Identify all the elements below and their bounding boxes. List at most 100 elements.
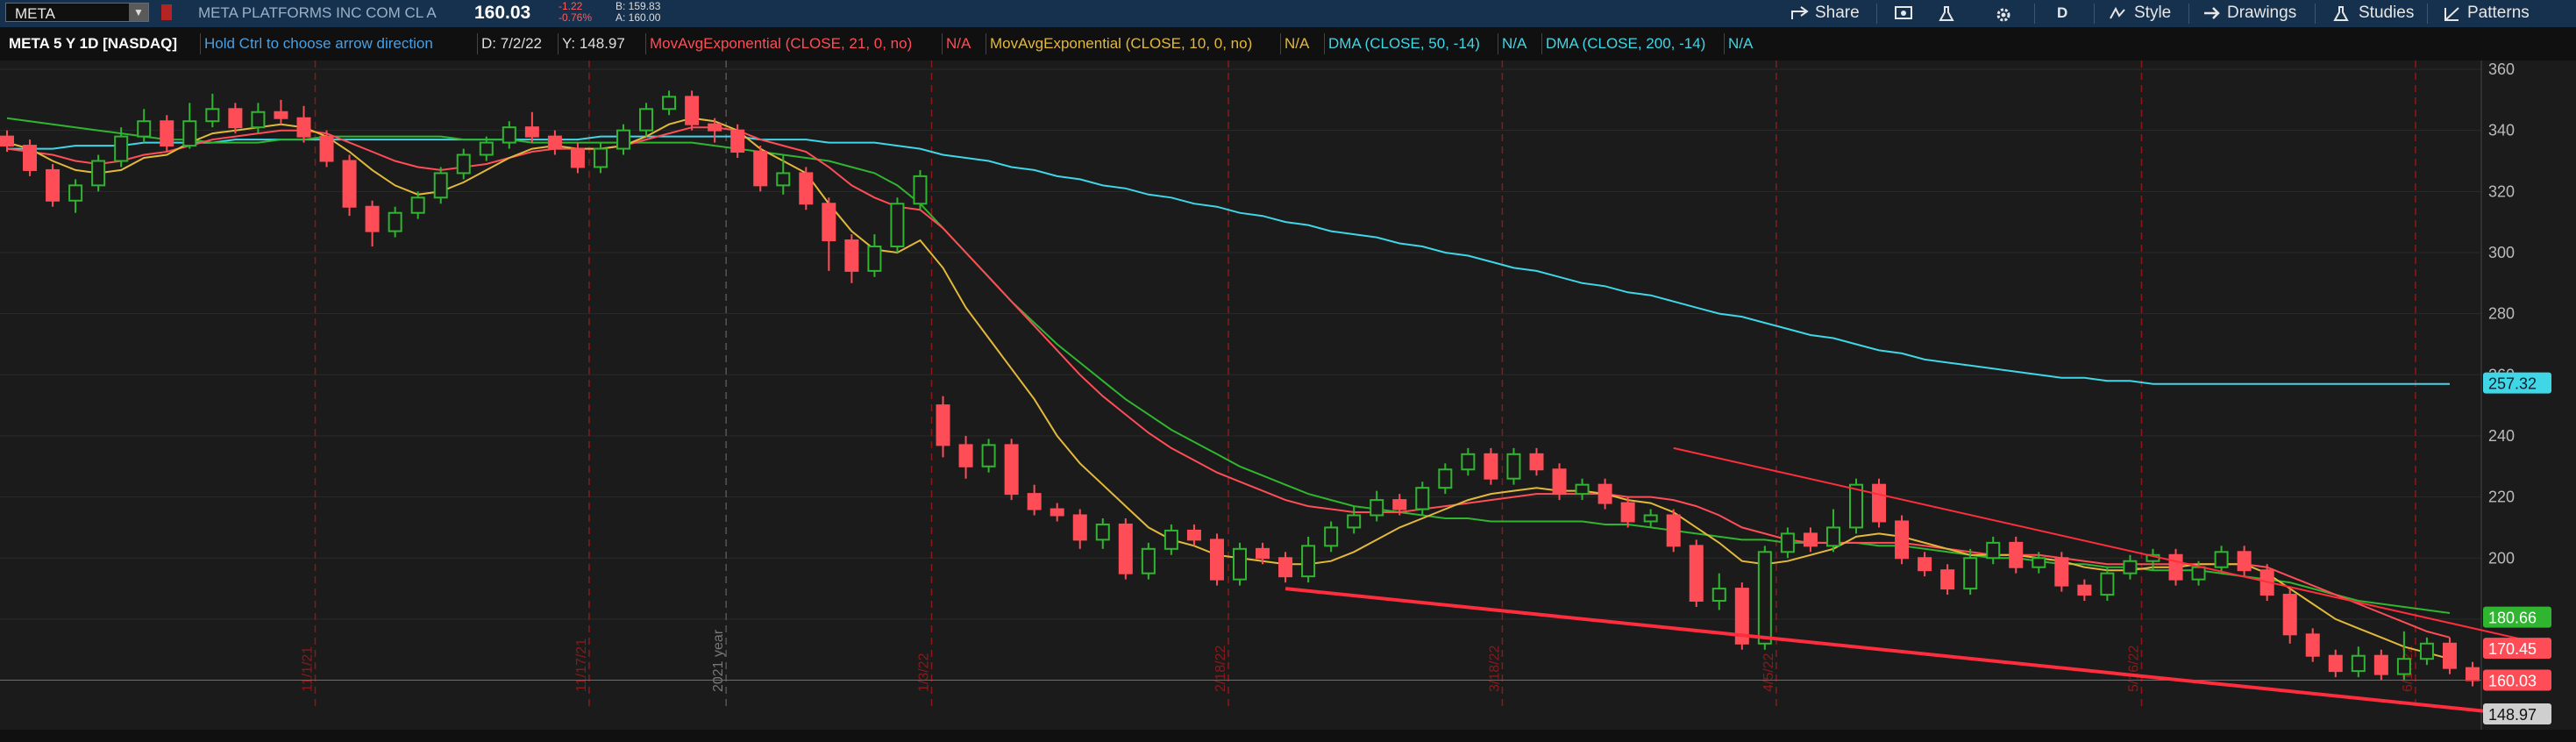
candle-body — [1004, 444, 1019, 496]
candle-body — [1643, 514, 1658, 523]
studies-button[interactable]: Studies — [2332, 0, 2429, 27]
candle-body — [1780, 532, 1795, 553]
study-dma50-label[interactable]: DMA (CLOSE, 50, -14) — [1324, 33, 1484, 54]
price-label: 180.66 — [2488, 610, 2537, 627]
candle-body — [1529, 453, 1544, 471]
flask-button[interactable] — [1938, 0, 1964, 27]
candle-body — [1825, 526, 1840, 547]
study-ema10-label[interactable]: MovAvgExponential (CLOSE, 10, 0, no) — [986, 33, 1256, 54]
flask-icon — [2333, 6, 2349, 21]
candle-body — [844, 239, 859, 272]
flag-icon[interactable] — [161, 4, 172, 20]
candle-body — [1506, 453, 1521, 480]
candle-body — [1963, 557, 1978, 590]
candle-body — [639, 108, 654, 132]
candle-body — [1666, 514, 1681, 547]
candle-body — [433, 172, 448, 199]
candle-body — [1803, 532, 1818, 547]
hint-text: Hold Ctrl to choose arrow direction — [200, 33, 437, 54]
candle-body — [1895, 520, 1910, 560]
study-ema21-label[interactable]: MovAvgExponential (CLOSE, 21, 0, no) — [645, 33, 915, 54]
candle-body — [2419, 642, 2434, 660]
candle-body — [616, 129, 630, 150]
candle-body — [1711, 588, 1726, 603]
change-percent: -0.76% — [559, 11, 593, 24]
candle-body — [2214, 551, 2229, 568]
drawings-label: Drawings — [2227, 4, 2297, 22]
chart-background — [0, 61, 2576, 742]
settings-button[interactable] — [1994, 0, 2020, 27]
y-tick-label: 200 — [2488, 549, 2515, 567]
studies-label: Studies — [2359, 4, 2415, 22]
candle-body — [228, 108, 243, 129]
study-legend-bar: META 5 Y 1D [NASDAQ] Hold Ctrl to choose… — [0, 27, 2576, 61]
date-marker-label: 3/18/22 — [1487, 646, 1502, 692]
candle-body — [2054, 557, 2069, 587]
study-dma50-value: N/A — [1498, 33, 1530, 54]
patterns-button[interactable]: Patterns — [2443, 0, 2548, 27]
candle-body — [1095, 523, 1110, 541]
share-button[interactable]: Share — [1790, 0, 1869, 27]
candle-body — [1689, 545, 1704, 603]
date-marker-label: 1/3/22 — [917, 653, 932, 692]
candle-body — [708, 123, 722, 132]
style-button[interactable]: Style — [2108, 0, 2195, 27]
drawings-button[interactable]: Drawings — [2202, 0, 2315, 27]
candle-body — [502, 126, 516, 144]
candle-body — [23, 145, 38, 171]
arrow-right-icon — [2204, 7, 2220, 19]
company-name: META PLATFORMS INC COM CL A — [198, 4, 437, 21]
candle-body — [68, 184, 83, 202]
patterns-label: Patterns — [2467, 4, 2530, 22]
candle-body — [2282, 594, 2297, 636]
candle-body — [570, 147, 585, 168]
candle-body — [1163, 529, 1178, 550]
candle-body — [593, 147, 608, 168]
candle-body — [1598, 483, 1612, 504]
candle-body — [753, 151, 768, 187]
candle-body — [319, 135, 334, 162]
date-marker-label: 5/16/22 — [2126, 646, 2141, 692]
symbol-text: META — [15, 5, 55, 22]
top-toolbar: META ▼ META PLATFORMS INC COM CL A 160.0… — [0, 0, 2576, 27]
candle-body — [2373, 654, 2388, 675]
candle-body — [1461, 453, 1476, 471]
candle-body — [1757, 551, 1772, 645]
candle-body — [160, 120, 174, 147]
date-marker-label: 2/18/22 — [1213, 646, 1228, 692]
price-label: 170.45 — [2488, 640, 2537, 658]
flask-icon — [1939, 6, 1954, 21]
symbol-input[interactable]: META ▼ — [5, 3, 149, 22]
candle-body — [274, 111, 288, 119]
candle-body — [182, 120, 197, 147]
chart-settings-button[interactable] — [1894, 0, 1920, 27]
study-dma200-value: N/A — [1724, 33, 1756, 54]
candle-body — [91, 160, 106, 187]
price-chart[interactable]: 11/1/21 11/17/21 2021 year 1/3/22 2/18/22 3/1… — [0, 61, 2576, 742]
y-tick-label: 340 — [2488, 122, 2515, 139]
candle-body — [662, 96, 677, 111]
candle-body — [137, 120, 152, 138]
aggregation-button[interactable]: D — [2057, 0, 2083, 27]
candle-body — [730, 129, 745, 153]
share-icon — [1791, 6, 1809, 19]
study-ema21-value: N/A — [942, 33, 974, 54]
chart-title: META 5 Y 1D [NASDAQ] — [9, 35, 178, 52]
candle-body — [365, 205, 380, 232]
candle-body — [1027, 493, 1042, 510]
candle-body — [1347, 514, 1362, 529]
divider — [2315, 4, 2316, 24]
last-price: 160.03 — [474, 3, 531, 23]
chevron-down-icon[interactable]: ▼ — [129, 4, 148, 21]
candle-body — [2168, 553, 2183, 581]
study-dma200-label[interactable]: DMA (CLOSE, 200, -14) — [1541, 33, 1709, 54]
y-tick-label: 320 — [2488, 182, 2515, 200]
candle-body — [342, 160, 357, 208]
candle-body — [1940, 569, 1955, 590]
candle-body — [1118, 523, 1133, 574]
candle-body — [1233, 547, 1247, 581]
candle-body — [456, 153, 471, 175]
candle-body — [2305, 633, 2320, 657]
candle-body — [1415, 487, 1430, 510]
candle-body — [0, 135, 14, 147]
